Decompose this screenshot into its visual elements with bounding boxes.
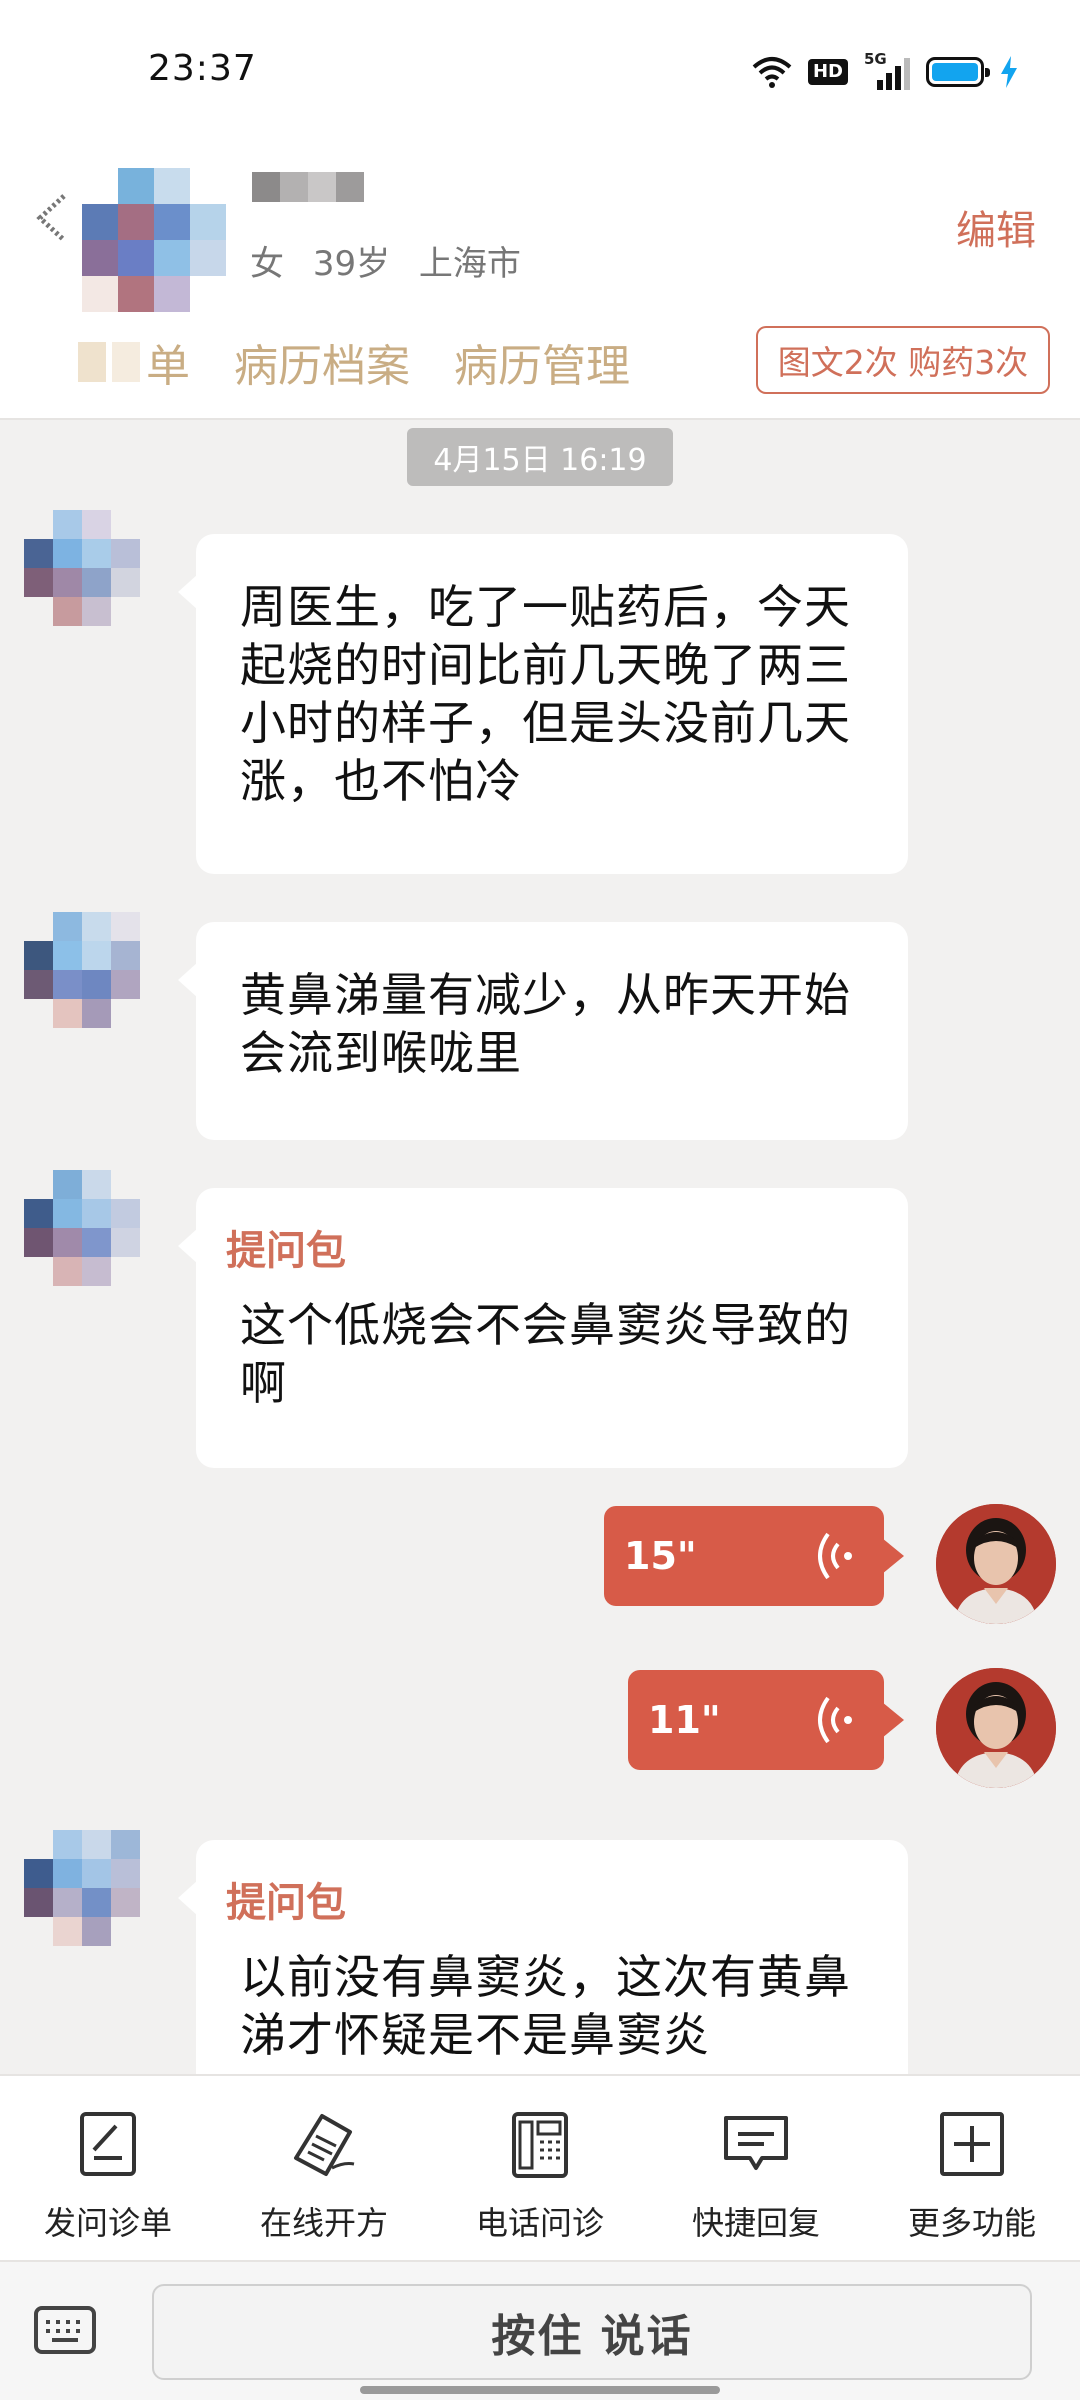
- patient-message-avatar[interactable]: [24, 1830, 140, 1946]
- charging-bolt-icon: [1001, 56, 1017, 88]
- quick-reply-icon: [724, 2116, 788, 2170]
- plus-icon: [940, 2112, 1004, 2176]
- message-timestamp: 4月15日 16:19: [407, 428, 673, 486]
- battery-icon: [926, 57, 990, 87]
- doctor-avatar[interactable]: [936, 1668, 1056, 1788]
- status-bar: 23:37 HD 5G: [0, 0, 1080, 140]
- message-bubble[interactable]: 提问包 以前没有鼻窦炎，这次有黄鼻涕才怀疑是不是鼻窦炎: [178, 1840, 908, 2074]
- patient-message-avatar[interactable]: [24, 510, 140, 626]
- voice-message[interactable]: 11": [628, 1670, 904, 1770]
- patient-message-avatar[interactable]: [24, 1170, 140, 1286]
- quick-reply-button[interactable]: 快捷回复: [648, 2076, 864, 2260]
- phone-icon: [512, 2112, 568, 2178]
- message-bubble[interactable]: 周医生，吃了一贴药后，今天起烧的时间比前几天晚了两三小时的样子，但是头没前几天涨…: [178, 534, 908, 874]
- status-icons: HD 5G: [752, 50, 1018, 92]
- input-bar: 按住 说话: [0, 2260, 1080, 2400]
- consult-stats-badge[interactable]: 图文2次 购药3次: [756, 326, 1050, 394]
- patient-info: 女 39岁 上海市: [250, 236, 539, 285]
- patient-name-blurred: [252, 172, 364, 202]
- phone-consult-button[interactable]: 电话问诊: [432, 2076, 648, 2260]
- voice-duration: 15": [624, 1534, 697, 1578]
- action-toolbar: 发问诊单 在线开方 电话问诊 快捷回复 更多功能: [0, 2074, 1080, 2260]
- question-pack-tag: 提问包: [226, 1228, 346, 1274]
- patient-message-avatar[interactable]: [24, 912, 140, 1028]
- home-indicator[interactable]: [360, 2386, 720, 2394]
- edit-button[interactable]: 编辑: [956, 198, 1036, 256]
- hd-badge: HD: [807, 59, 848, 85]
- back-icon[interactable]: [30, 188, 80, 248]
- tab-record-management[interactable]: 病历管理: [454, 330, 630, 394]
- prescription-icon: [294, 2114, 355, 2176]
- wifi-icon: [752, 57, 792, 88]
- patient-gender: 女: [250, 244, 284, 284]
- patient-avatar[interactable]: [82, 168, 226, 312]
- message-bubble[interactable]: 黄鼻涕量有减少，从昨天开始会流到喉咙里: [178, 922, 908, 1140]
- online-prescription-button[interactable]: 在线开方: [216, 2076, 432, 2260]
- more-functions-button[interactable]: 更多功能: [864, 2076, 1080, 2260]
- voice-wave-icon: [818, 1696, 852, 1744]
- voice-duration: 11": [648, 1698, 721, 1742]
- hold-to-talk-button[interactable]: 按住 说话: [152, 2284, 1032, 2380]
- tab-order[interactable]: 单: [78, 330, 190, 394]
- doctor-avatar[interactable]: [936, 1504, 1056, 1624]
- message-bubble[interactable]: 提问包 这个低烧会不会鼻窦炎导致的啊: [178, 1188, 908, 1468]
- signal-5g-icon: 5G: [864, 50, 910, 90]
- patient-city: 上海市: [418, 244, 521, 284]
- tab-medical-record[interactable]: 病历档案: [234, 330, 410, 394]
- voice-wave-icon: [818, 1532, 852, 1580]
- patient-age: 39岁: [312, 244, 391, 284]
- message-text: 黄鼻涕量有减少，从昨天开始会流到喉咙里: [240, 968, 851, 1080]
- voice-message[interactable]: 15": [604, 1506, 904, 1606]
- message-text: 这个低烧会不会鼻窦炎导致的啊: [240, 1298, 851, 1410]
- clock: 23:37: [148, 48, 257, 89]
- message-text: 以前没有鼻窦炎，这次有黄鼻涕才怀疑是不是鼻窦炎: [240, 1950, 851, 2062]
- question-pack-tag: 提问包: [226, 1880, 346, 1926]
- form-icon: [80, 2112, 136, 2176]
- header-tabs: 单 病历档案 病历管理: [78, 330, 630, 394]
- chat-header: 女 39岁 上海市 编辑 单 病历档案 病历管理 图文2次 购药3次: [0, 140, 1080, 420]
- message-text: 周医生，吃了一贴药后，今天起烧的时间比前几天晚了两三小时的样子，但是头没前几天涨…: [240, 580, 851, 808]
- send-questionnaire-button[interactable]: 发问诊单: [0, 2076, 216, 2260]
- keyboard-icon[interactable]: [34, 2306, 96, 2354]
